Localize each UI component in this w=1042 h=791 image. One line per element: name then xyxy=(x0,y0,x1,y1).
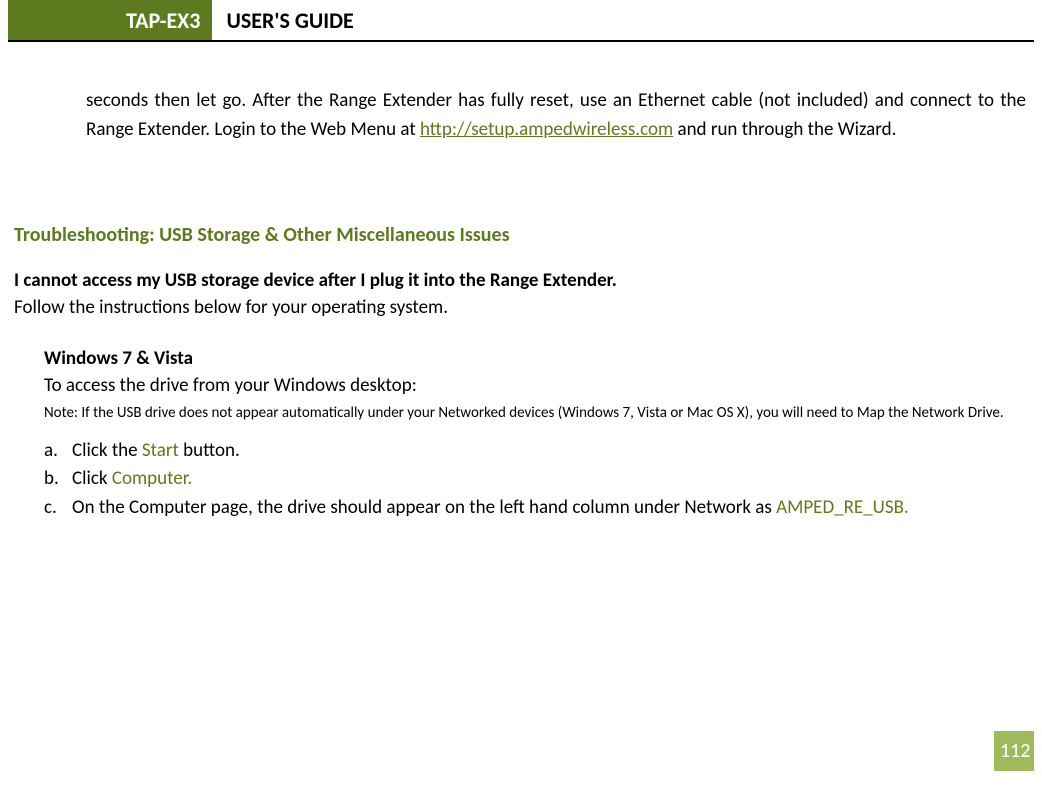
header-title: USER'S GUIDE xyxy=(212,0,353,40)
page-number: 112 xyxy=(994,731,1034,771)
ui-term: Computer. xyxy=(112,467,192,490)
step-marker: c. xyxy=(44,495,72,522)
step-text-segment: Click xyxy=(72,467,112,490)
os-access-line: To access the drive from your Windows de… xyxy=(44,374,1034,397)
step-text-segment: Click the xyxy=(72,439,142,462)
header-badge: TAP-EX3 xyxy=(8,0,212,40)
step-marker: b. xyxy=(44,466,72,493)
step-text: Click Computer. xyxy=(72,466,242,493)
step-text: On the Computer page, the drive should a… xyxy=(72,495,959,522)
step-item: b.Click Computer. xyxy=(44,466,1034,493)
step-marker: a. xyxy=(44,438,72,465)
ui-term: AMPED_RE_USB. xyxy=(776,496,909,519)
intro-line: Follow the instructions below for your o… xyxy=(14,296,1034,319)
step-text-segment: On the Computer page, the drive should a… xyxy=(72,496,776,519)
setup-url-link[interactable]: http://setup.ampedwireless.com xyxy=(420,118,673,141)
steps-list: a.Click the Start button.b.Click Compute… xyxy=(44,438,1034,522)
document-header: TAP-EX3 USER'S GUIDE xyxy=(8,0,1034,42)
continued-paragraph: seconds then let go. After the Range Ext… xyxy=(86,86,1026,145)
troubleshooting-heading: Troubleshooting: USB Storage & Other Mis… xyxy=(14,223,1034,247)
step-text: Click the Start button. xyxy=(72,438,290,465)
windows-block: Windows 7 & Vista To access the drive fr… xyxy=(44,347,1034,522)
step-item: a.Click the Start button. xyxy=(44,438,1034,465)
issue-title: I cannot access my USB storage device af… xyxy=(14,269,1034,292)
paragraph-text-after: and run through the Wizard. xyxy=(673,118,896,141)
step-item: c.On the Computer page, the drive should… xyxy=(44,495,1034,522)
os-title: Windows 7 & Vista xyxy=(44,347,1034,370)
document-content: seconds then let go. After the Range Ext… xyxy=(0,86,1042,522)
ui-term: Start xyxy=(142,439,179,462)
step-text-segment: button. xyxy=(179,439,240,462)
os-note: Note: If the USB drive does not appear a… xyxy=(44,403,1034,424)
